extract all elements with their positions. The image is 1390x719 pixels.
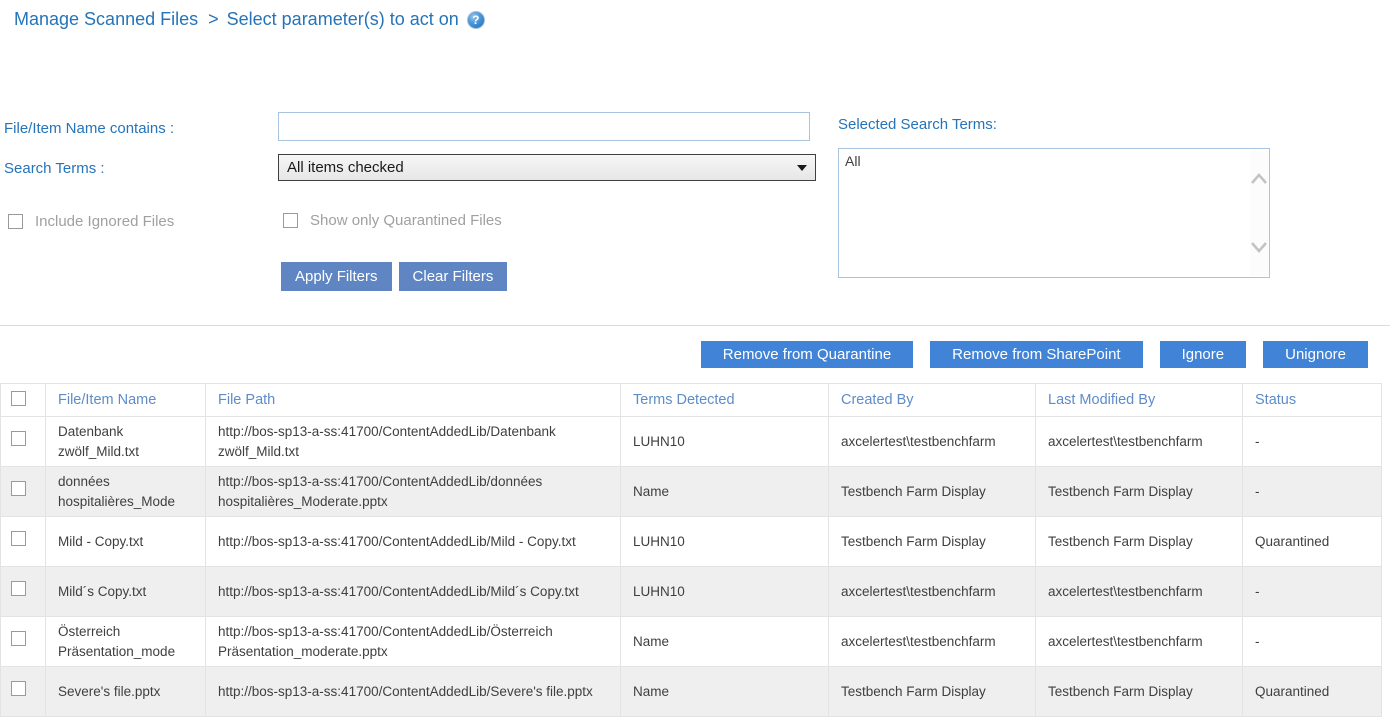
cell-status: Quarantined bbox=[1243, 667, 1382, 717]
cell-file-path: http://bos-sp13-a-ss:41700/ContentAddedL… bbox=[206, 417, 621, 467]
table-row: Mild´s Copy.txt http://bos-sp13-a-ss:417… bbox=[1, 567, 1382, 617]
help-icon[interactable]: ? bbox=[467, 11, 485, 29]
search-terms-dropdown[interactable]: All items checked bbox=[278, 154, 816, 181]
cell-status: - bbox=[1243, 417, 1382, 467]
cell-file-name: Mild´s Copy.txt bbox=[46, 567, 206, 617]
cell-file-name: Mild - Copy.txt bbox=[46, 517, 206, 567]
remove-from-quarantine-button[interactable]: Remove from Quarantine bbox=[701, 341, 913, 368]
remove-from-sharepoint-button[interactable]: Remove from SharePoint bbox=[930, 341, 1142, 368]
apply-filters-button[interactable]: Apply Filters bbox=[281, 262, 392, 291]
cell-file-path: http://bos-sp13-a-ss:41700/ContentAddedL… bbox=[206, 467, 621, 517]
breadcrumb-separator: > bbox=[208, 9, 219, 30]
row-checkbox[interactable] bbox=[11, 481, 26, 496]
clear-filters-button[interactable]: Clear Filters bbox=[399, 262, 508, 291]
include-ignored-row: Include Ignored Files bbox=[8, 213, 174, 230]
table-header-row: File/Item Name File Path Terms Detected … bbox=[1, 384, 1382, 417]
cell-file-path: http://bos-sp13-a-ss:41700/ContentAddedL… bbox=[206, 617, 621, 667]
show-quarantined-label: Show only Quarantined Files bbox=[310, 212, 502, 229]
include-ignored-label: Include Ignored Files bbox=[35, 213, 174, 230]
cell-file-path: http://bos-sp13-a-ss:41700/ContentAddedL… bbox=[206, 567, 621, 617]
table-row: Severe's file.pptx http://bos-sp13-a-ss:… bbox=[1, 667, 1382, 717]
row-checkbox[interactable] bbox=[11, 631, 26, 646]
cell-file-path: http://bos-sp13-a-ss:41700/ContentAddedL… bbox=[206, 667, 621, 717]
cell-file-path: http://bos-sp13-a-ss:41700/ContentAddedL… bbox=[206, 517, 621, 567]
file-name-input[interactable] bbox=[278, 112, 810, 141]
cell-created-by: Testbench Farm Display bbox=[829, 667, 1036, 717]
cell-last-modified-by: Testbench Farm Display bbox=[1036, 667, 1243, 717]
cell-terms-detected: LUHN10 bbox=[621, 517, 829, 567]
show-quarantined-row: Show only Quarantined Files bbox=[283, 212, 502, 229]
scroll-down-icon[interactable] bbox=[1249, 241, 1269, 254]
cell-status: - bbox=[1243, 567, 1382, 617]
include-ignored-checkbox[interactable] bbox=[8, 214, 23, 229]
cell-last-modified-by: axcelertest\testbenchfarm bbox=[1036, 617, 1243, 667]
filter-buttons: Apply Filters Clear Filters bbox=[281, 262, 507, 291]
scrollbar[interactable] bbox=[1250, 150, 1268, 276]
section-divider bbox=[0, 325, 1390, 326]
cell-last-modified-by: Testbench Farm Display bbox=[1036, 467, 1243, 517]
col-header-file-name: File/Item Name bbox=[46, 384, 206, 417]
cell-file-name: Severe's file.pptx bbox=[46, 667, 206, 717]
col-header-terms-detected: Terms Detected bbox=[621, 384, 829, 417]
unignore-button[interactable]: Unignore bbox=[1263, 341, 1368, 368]
breadcrumb-primary[interactable]: Manage Scanned Files bbox=[14, 9, 198, 30]
cell-terms-detected: LUHN10 bbox=[621, 417, 829, 467]
cell-last-modified-by: axcelertest\testbenchfarm bbox=[1036, 567, 1243, 617]
selected-search-terms-label: Selected Search Terms: bbox=[838, 116, 997, 133]
cell-created-by: axcelertest\testbenchfarm bbox=[829, 567, 1036, 617]
row-checkbox[interactable] bbox=[11, 431, 26, 446]
col-header-status: Status bbox=[1243, 384, 1382, 417]
cell-terms-detected: Name bbox=[621, 617, 829, 667]
row-checkbox[interactable] bbox=[11, 531, 26, 546]
scanned-files-table: File/Item Name File Path Terms Detected … bbox=[0, 383, 1382, 717]
cell-created-by: axcelertest\testbenchfarm bbox=[829, 617, 1036, 667]
cell-last-modified-by: Testbench Farm Display bbox=[1036, 517, 1243, 567]
cell-terms-detected: Name bbox=[621, 667, 829, 717]
cell-terms-detected: LUHN10 bbox=[621, 567, 829, 617]
ignore-button[interactable]: Ignore bbox=[1160, 341, 1247, 368]
select-all-checkbox[interactable] bbox=[11, 391, 26, 406]
col-header-last-modified-by: Last Modified By bbox=[1036, 384, 1243, 417]
cell-file-name: Datenbank zwölf_Mild.txt bbox=[46, 417, 206, 467]
file-name-label: File/Item Name contains : bbox=[4, 120, 174, 137]
show-quarantined-checkbox[interactable] bbox=[283, 213, 298, 228]
cell-file-name: Österreich Präsentation_mode bbox=[46, 617, 206, 667]
cell-terms-detected: Name bbox=[621, 467, 829, 517]
search-terms-label: Search Terms : bbox=[4, 160, 105, 177]
manage-scanned-files-page: Manage Scanned Files > Select parameter(… bbox=[0, 0, 1390, 719]
row-checkbox[interactable] bbox=[11, 581, 26, 596]
table-row: Österreich Präsentation_mode http://bos-… bbox=[1, 617, 1382, 667]
table-row: Datenbank zwölf_Mild.txt http://bos-sp13… bbox=[1, 417, 1382, 467]
row-checkbox[interactable] bbox=[11, 681, 26, 696]
breadcrumb: Manage Scanned Files > Select parameter(… bbox=[14, 9, 485, 30]
chevron-down-icon bbox=[797, 165, 807, 171]
selected-search-terms-box[interactable]: All bbox=[838, 148, 1270, 278]
scroll-up-icon[interactable] bbox=[1249, 172, 1269, 185]
page-title: Select parameter(s) to act on bbox=[227, 9, 459, 30]
cell-status: - bbox=[1243, 617, 1382, 667]
cell-created-by: Testbench Farm Display bbox=[829, 467, 1036, 517]
cell-created-by: axcelertest\testbenchfarm bbox=[829, 417, 1036, 467]
table-row: Mild - Copy.txt http://bos-sp13-a-ss:417… bbox=[1, 517, 1382, 567]
col-header-file-path: File Path bbox=[206, 384, 621, 417]
cell-file-name: données hospitalières_Mode bbox=[46, 467, 206, 517]
action-buttons: Remove from Quarantine Remove from Share… bbox=[701, 341, 1368, 368]
table-row: données hospitalières_Mode http://bos-sp… bbox=[1, 467, 1382, 517]
col-header-created-by: Created By bbox=[829, 384, 1036, 417]
cell-created-by: Testbench Farm Display bbox=[829, 517, 1036, 567]
cell-last-modified-by: axcelertest\testbenchfarm bbox=[1036, 417, 1243, 467]
cell-status: Quarantined bbox=[1243, 517, 1382, 567]
select-all-cell bbox=[1, 384, 46, 417]
cell-status: - bbox=[1243, 467, 1382, 517]
selected-search-terms-value: All bbox=[845, 153, 861, 169]
search-terms-dropdown-value: All items checked bbox=[287, 159, 404, 176]
